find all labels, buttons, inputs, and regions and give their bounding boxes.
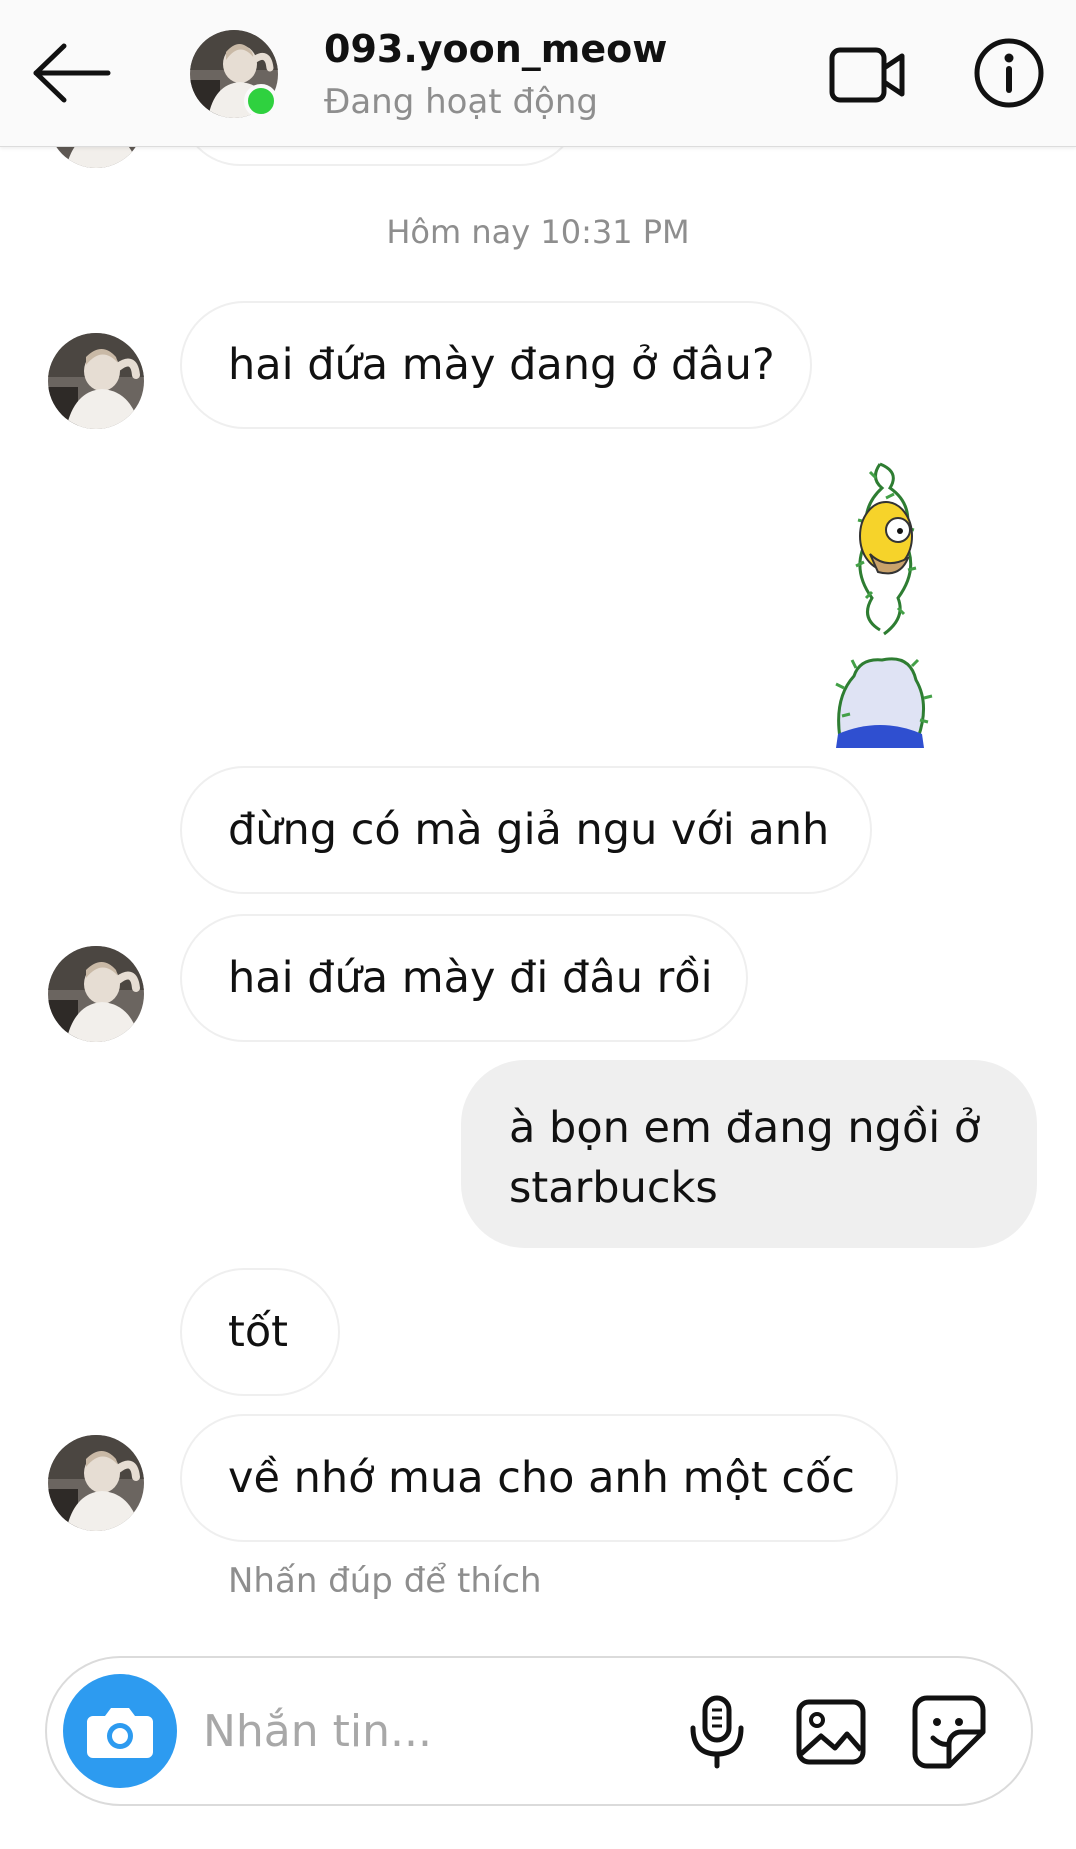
sender-avatar[interactable] [48,1435,144,1531]
homer-bushes-sticker[interactable] [820,458,940,748]
activity-status: Đang hoạt động [324,82,598,122]
message-timestamp: Hôm nay 10:31 PM [386,213,690,251]
message-composer [45,1656,1033,1806]
message-input[interactable] [203,1688,673,1774]
avatar-photo [48,946,144,1042]
video-call-button[interactable] [828,40,908,110]
incoming-message[interactable]: hai đứa mày đi đâu rồi [180,914,748,1042]
sticker-icon [912,1695,986,1769]
chat-username[interactable]: 093.yoon_meow [324,27,667,71]
video-camera-icon [829,47,905,103]
avatar-photo [48,1435,144,1531]
chat-header: 093.yoon_meow Đang hoạt động [0,0,1076,147]
outgoing-message[interactable]: à bọn em đang ngồi ở starbucks [461,1060,1037,1248]
sender-avatar[interactable] [48,333,144,429]
avatar-photo [48,333,144,429]
arrow-left-icon [33,43,111,103]
microphone-icon [690,1695,744,1769]
camera-button[interactable] [63,1674,177,1788]
image-icon [796,1699,866,1765]
info-icon [974,38,1044,108]
sticker-button[interactable] [909,1692,989,1772]
double-tap-hint: Nhấn đúp để thích [228,1561,542,1601]
voice-message-button[interactable] [679,1694,755,1770]
gallery-button[interactable] [793,1694,869,1770]
info-button[interactable] [972,36,1046,110]
incoming-message[interactable]: tốt [180,1268,340,1396]
incoming-message[interactable]: hai đứa mày đang ở đâu? [180,301,812,429]
camera-icon [87,1708,153,1758]
sender-avatar[interactable] [48,946,144,1042]
back-button[interactable] [28,36,112,110]
incoming-message[interactable]: đừng có mà giả ngu với anh [180,766,872,894]
incoming-message[interactable]: về nhớ mua cho anh một cốc [180,1414,898,1542]
online-status-dot [244,84,278,118]
